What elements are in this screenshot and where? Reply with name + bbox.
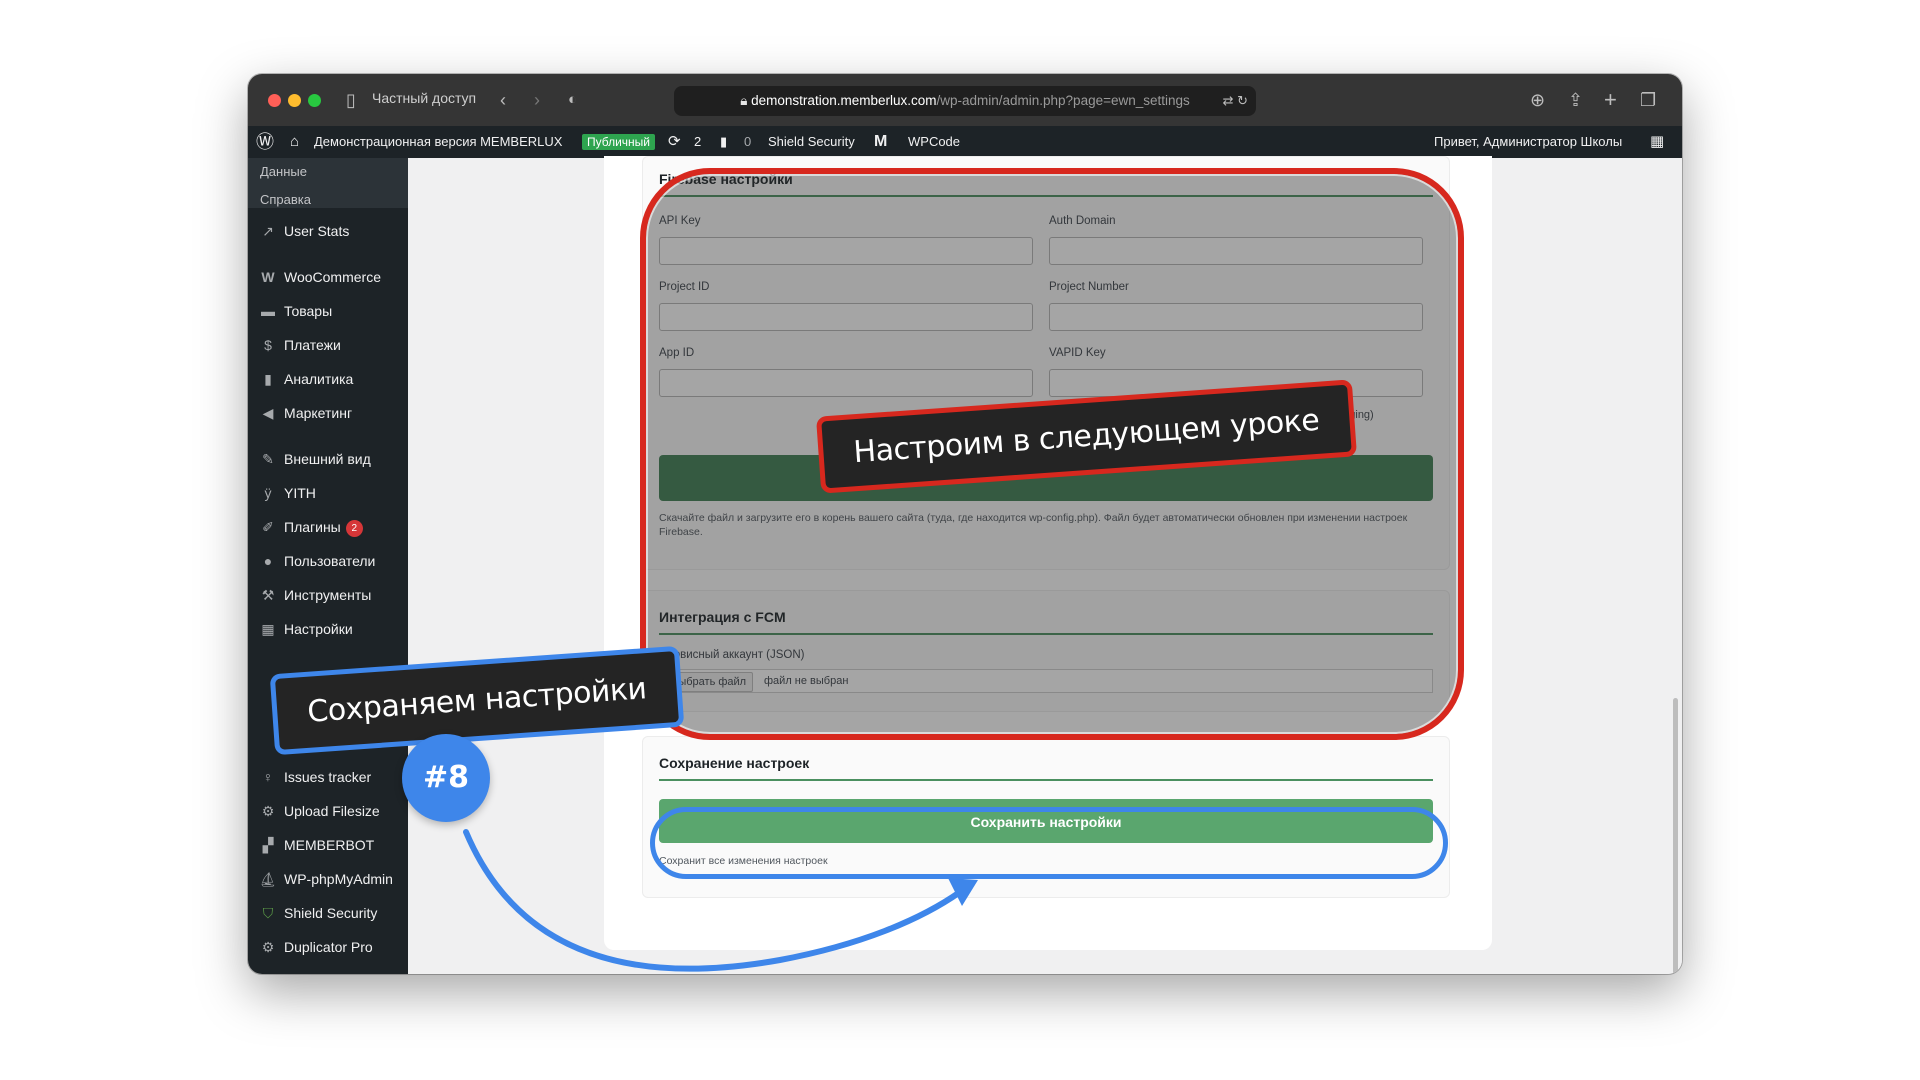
- pointer-arrow: [463, 829, 978, 972]
- save-callout-text: Сохраняем настройки: [306, 671, 648, 730]
- step-number-badge: #8: [402, 734, 490, 822]
